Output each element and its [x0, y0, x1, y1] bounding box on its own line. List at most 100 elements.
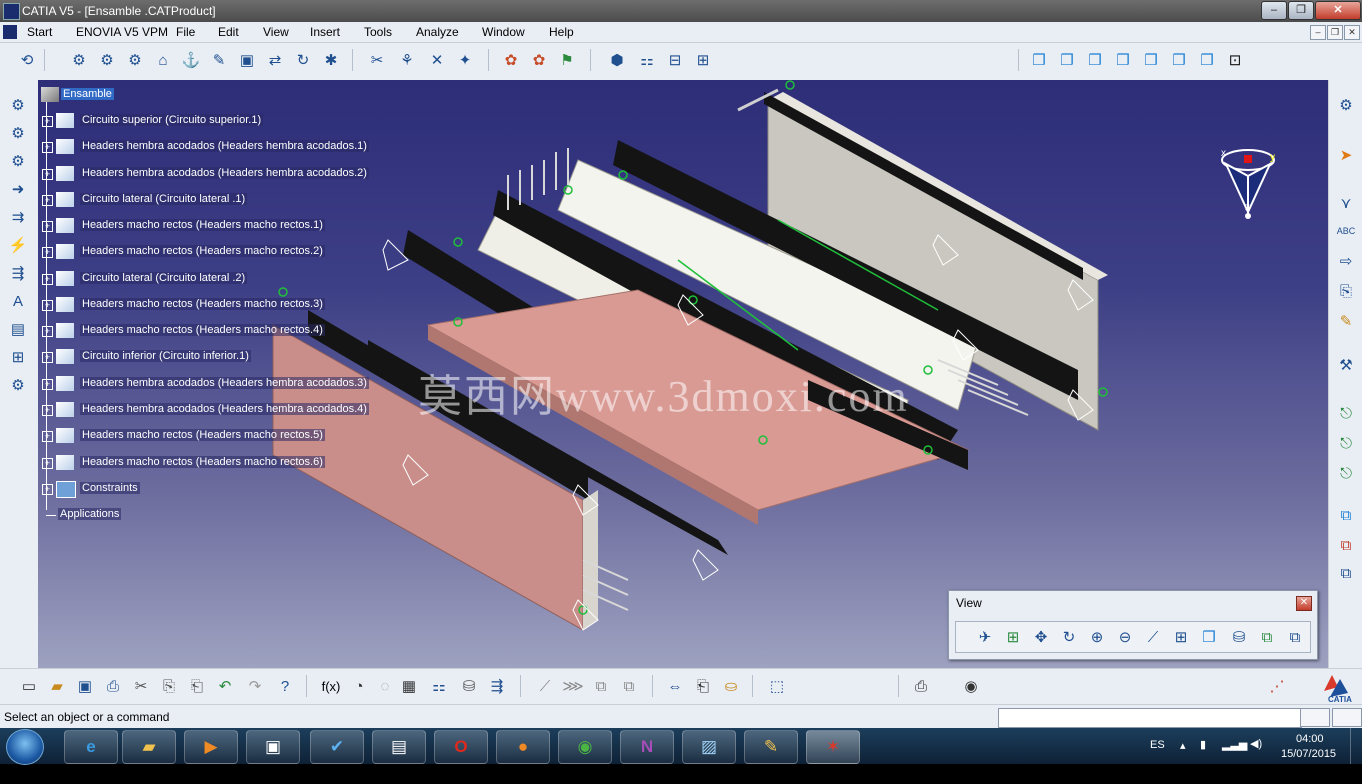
expand-icon[interactable]: + [42, 142, 53, 153]
maximize-button[interactable]: ❐ [1288, 1, 1314, 20]
formula-icon[interactable]: f(x) [320, 675, 342, 697]
notes-app-icon[interactable]: ▤ [372, 730, 426, 764]
right-view-icon[interactable]: ❒ [1140, 49, 1162, 71]
back-view-icon[interactable]: ❒ [1084, 49, 1106, 71]
doc-minimize-button[interactable]: – [1310, 25, 1326, 40]
onenote-icon[interactable]: N [620, 730, 674, 764]
named-views-icon[interactable]: ⊡ [1224, 49, 1246, 71]
text-icon[interactable]: ABC [1335, 220, 1357, 242]
show-desktop-button[interactable] [1350, 728, 1362, 764]
manage-representations-icon[interactable]: ▤ [7, 318, 29, 340]
tree-root-label[interactable]: Ensamble [61, 88, 114, 100]
zoom-out-icon[interactable]: ⊖ [1114, 626, 1136, 648]
tree-node-label[interactable]: Headers hembra acodados (Headers hembra … [80, 403, 369, 415]
start-orb[interactable] [6, 729, 44, 765]
clash-icon[interactable]: ↻ [292, 49, 314, 71]
constraint-icon[interactable]: ⌂ [152, 49, 174, 71]
quick-select-icon[interactable]: ⋙ [562, 675, 584, 697]
tree-node-label[interactable]: Headers macho rectos (Headers macho rect… [80, 456, 325, 468]
close-button[interactable]: ✕ [1315, 1, 1361, 20]
measure-inertia-icon[interactable]: ⎗ [692, 675, 714, 697]
left-view-icon[interactable]: ❒ [1112, 49, 1134, 71]
table-icon[interactable]: ▦ [398, 675, 420, 697]
annotation-plane-icon[interactable]: ⎘ [1335, 280, 1357, 302]
photo-viewer-icon[interactable]: ▨ [682, 730, 736, 764]
tree-node-label[interactable]: Circuito superior (Circuito superior.1) [80, 114, 264, 126]
catia-app-icon[interactable] [3, 3, 20, 20]
update-icon[interactable]: ⟋ [534, 675, 556, 697]
parameters-icon[interactable]: ⇶ [486, 675, 508, 697]
knowledge-icon[interactable]: ◌ [374, 675, 396, 697]
existing-icon[interactable]: ➜ [7, 178, 29, 200]
doc-close-button[interactable]: ✕ [1344, 25, 1360, 40]
pan-icon[interactable]: ✥ [1030, 626, 1052, 648]
filter-icon[interactable]: ⊟ [664, 49, 686, 71]
new-part-icon[interactable]: ⚙ [7, 150, 29, 172]
expand-icon[interactable]: + [42, 116, 53, 127]
menu-window[interactable]: Window [482, 25, 525, 39]
measure-item-icon[interactable]: ⇔ [664, 675, 686, 697]
catia-icon[interactable]: ✶ [806, 730, 860, 764]
tree-node-label[interactable]: Circuito lateral (Circuito lateral .2) [80, 272, 248, 284]
open-icon[interactable]: ▰ [46, 675, 68, 697]
expand-icon[interactable]: + [42, 300, 53, 311]
bottom-view-icon[interactable]: ❒ [1196, 49, 1218, 71]
component-icon[interactable]: ⚙ [96, 49, 118, 71]
apply-material-icon[interactable]: ⛀ [720, 675, 742, 697]
firefox-icon[interactable]: ● [496, 730, 550, 764]
view-toolbar-panel[interactable]: View ✕ ✈ ⊞ ✥ ↻ ⊕ ⊖ ⟋ ⊞ ❒ ⛁ ⧉ ⧉ [948, 590, 1318, 660]
normal-view-icon[interactable]: ⟋ [1142, 626, 1164, 648]
network-icon[interactable]: ▂▃▅ [1222, 738, 1247, 774]
menu-tools[interactable]: Tools [364, 25, 392, 39]
tree-node-label[interactable]: Constraints [80, 482, 140, 494]
command-stop-button[interactable] [1332, 708, 1362, 727]
whats-this-icon[interactable]: ? [274, 675, 296, 697]
swap-space-icon[interactable]: ⧉ [1284, 626, 1306, 648]
fly-icon[interactable]: ✈ [974, 626, 996, 648]
new-component-icon[interactable]: ⚙ [7, 94, 29, 116]
expand-icon[interactable]: + [42, 195, 53, 206]
fit-all-icon[interactable]: ⊞ [1002, 626, 1024, 648]
wrench-icon[interactable]: ⚒ [1335, 354, 1357, 376]
iso-view-icon[interactable]: ❒ [1028, 49, 1050, 71]
tree-node-label[interactable]: Circuito lateral (Circuito lateral .1) [80, 193, 248, 205]
capture-icon[interactable]: ⎙ [910, 675, 932, 697]
update-all-icon[interactable]: ⎋ [1335, 462, 1357, 484]
catalog-icon[interactable]: ✱ [320, 49, 342, 71]
opera-icon[interactable]: O [434, 730, 488, 764]
document-icon[interactable] [3, 25, 17, 39]
device-icon[interactable]: ▮ [1200, 738, 1206, 774]
product-icon[interactable]: ⚙ [68, 49, 90, 71]
expand-icon[interactable]: + [42, 405, 53, 416]
annotation-icon[interactable]: ✦ [454, 49, 476, 71]
reuse-pattern-icon[interactable]: ⧉ [1335, 504, 1357, 526]
scene-icon[interactable]: ⧉ [1335, 562, 1357, 584]
tree-node-label[interactable]: Headers hembra acodados (Headers hembra … [80, 377, 369, 389]
menu-help[interactable]: Help [549, 25, 574, 39]
expand-icon[interactable]: + [42, 247, 53, 258]
expand-icon[interactable]: + [42, 484, 53, 495]
tree-node-label[interactable]: Headers hembra acodados (Headers hembra … [80, 140, 369, 152]
new-product-icon[interactable]: ⚙ [7, 122, 29, 144]
cut-icon[interactable]: ✂ [130, 675, 152, 697]
top-view-icon[interactable]: ❒ [1168, 49, 1190, 71]
show-hidden-icons-icon[interactable]: ▴ [1180, 739, 1186, 775]
snap-icon[interactable]: ▣ [236, 49, 258, 71]
expand-icon[interactable]: + [42, 326, 53, 337]
zoom-in-icon[interactable]: ⊕ [1086, 626, 1108, 648]
select-icon[interactable]: ⟲ [16, 49, 38, 71]
catalog-browser-icon[interactable]: ✎ [1335, 310, 1357, 332]
expand-icon[interactable]: + [42, 274, 53, 285]
compass[interactable]: x y z [1218, 142, 1278, 222]
menu-analyze[interactable]: Analyze [416, 25, 459, 39]
bill-of-material-icon[interactable]: ✂ [366, 49, 388, 71]
weld-icon[interactable]: ⋎ [1335, 192, 1357, 214]
fast-instantiation-icon[interactable]: ⚙ [7, 374, 29, 396]
clock-date[interactable]: 15/07/2015 [1281, 748, 1336, 784]
selective-load-icon[interactable]: A [7, 290, 29, 312]
language-indicator[interactable]: ES [1150, 739, 1165, 775]
measure-icon[interactable]: ⚘ [396, 49, 418, 71]
tree-applications-label[interactable]: Applications [58, 508, 122, 520]
sheet-metal-icon[interactable]: ⚑ [556, 49, 578, 71]
expand-icon[interactable]: + [42, 221, 53, 232]
